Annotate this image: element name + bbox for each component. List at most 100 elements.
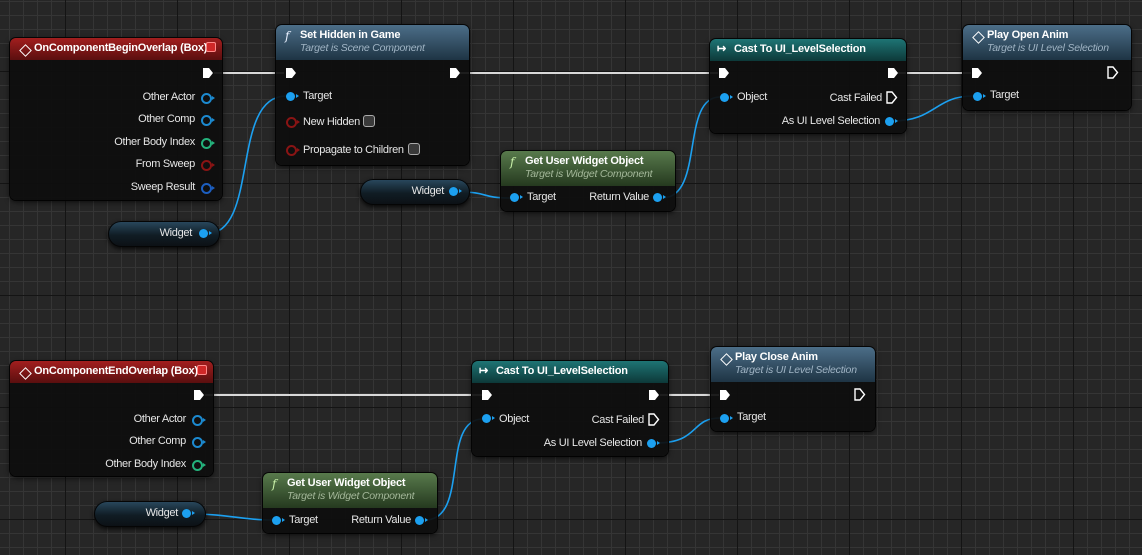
other-actor-pin-icon[interactable] <box>192 415 206 426</box>
return-value-pin-icon[interactable] <box>653 193 666 202</box>
variable-label: Widget <box>145 507 179 519</box>
pin-label: Other Actor <box>133 413 187 425</box>
play-close-anim-node[interactable]: Play Close Anim Target is UI Level Selec… <box>711 347 875 431</box>
pin-label: Object <box>499 413 529 425</box>
widget-variable-node[interactable]: Widget <box>108 221 220 247</box>
target-pin-icon[interactable] <box>510 193 523 202</box>
variable-label: Widget <box>411 185 445 197</box>
variable-label: Widget <box>159 227 193 239</box>
target-pin-icon[interactable] <box>973 92 986 101</box>
node-title: OnComponentEndOverlap (Box) <box>34 365 198 377</box>
object-pin-icon[interactable] <box>720 93 733 102</box>
target-pin-icon[interactable] <box>272 516 285 525</box>
node-header[interactable]: Play Open Anim Target is UI Level Select… <box>963 25 1131 60</box>
pin-label: Propagate to Children <box>303 144 404 156</box>
end-overlap-event-node[interactable]: OnComponentEndOverlap (Box) Other Actor … <box>10 361 213 476</box>
cast-failed-exec-pin-icon[interactable] <box>886 91 898 104</box>
node-subtitle: Target is UI Level Selection <box>987 42 1109 54</box>
set-hidden-in-game-node[interactable]: f Set Hidden in Game Target is Scene Com… <box>276 25 469 165</box>
exec-in-pin-icon[interactable] <box>285 67 297 79</box>
node-subtitle: Target is UI Level Selection <box>735 364 857 376</box>
play-open-anim-node[interactable]: Play Open Anim Target is UI Level Select… <box>963 25 1131 110</box>
node-title: Set Hidden in Game <box>300 29 401 41</box>
pin-label: Target <box>289 514 318 526</box>
object-pin-icon[interactable] <box>482 414 495 423</box>
exec-in-pin-icon[interactable] <box>719 389 731 401</box>
propagate-pin-icon[interactable] <box>286 145 300 156</box>
pin-label: Sweep Result <box>130 181 196 193</box>
node-header[interactable]: f Get User Widget Object Target is Widge… <box>263 473 437 508</box>
node-header[interactable]: f Get User Widget Object Target is Widge… <box>501 151 675 186</box>
as-level-selection-pin-icon[interactable] <box>647 439 660 448</box>
pin-label: Cast Failed <box>829 92 883 104</box>
propagate-checkbox[interactable] <box>408 143 420 155</box>
pin-label: Return Value <box>351 514 411 526</box>
pin-label: Cast Failed <box>591 414 645 426</box>
pin-label: Other Body Index <box>114 136 195 148</box>
begin-overlap-event-node[interactable]: OnComponentBeginOverlap (Box) Other Acto… <box>10 38 222 200</box>
function-icon: f <box>285 29 290 43</box>
exec-out-pin-icon[interactable] <box>1107 66 1119 79</box>
cast-to-level-selection-node[interactable]: ↦ Cast To UI_LevelSelection Object Cast … <box>710 39 906 133</box>
as-level-selection-pin-icon[interactable] <box>885 117 898 126</box>
exec-in-pin-icon[interactable] <box>971 67 983 79</box>
exec-out-pin-icon[interactable] <box>887 67 899 79</box>
widget-pin-icon[interactable] <box>182 509 195 518</box>
get-user-widget-object-node[interactable]: f Get User Widget Object Target is Widge… <box>501 151 675 211</box>
event-icon <box>19 44 32 57</box>
node-subtitle: Target is Scene Component <box>300 42 425 54</box>
widget-variable-node[interactable]: Widget <box>360 179 470 205</box>
cast-icon: ↦ <box>479 365 489 377</box>
node-header[interactable]: Play Close Anim Target is UI Level Selec… <box>711 347 875 382</box>
other-actor-pin-icon[interactable] <box>201 93 215 104</box>
cast-to-level-selection-node[interactable]: ↦ Cast To UI_LevelSelection Object Cast … <box>472 361 668 456</box>
widget-variable-node[interactable]: Widget <box>94 501 206 527</box>
pin-label: New Hidden <box>303 116 360 128</box>
exec-out-pin-icon[interactable] <box>202 67 214 79</box>
other-comp-pin-icon[interactable] <box>201 115 215 126</box>
function-icon: f <box>510 155 515 169</box>
node-title: Get User Widget Object <box>525 155 644 167</box>
widget-pin-icon[interactable] <box>449 187 462 196</box>
other-comp-pin-icon[interactable] <box>192 437 206 448</box>
node-header[interactable]: OnComponentBeginOverlap (Box) <box>10 38 222 60</box>
node-header[interactable]: ↦ Cast To UI_LevelSelection <box>710 39 906 61</box>
node-header[interactable]: ↦ Cast To UI_LevelSelection <box>472 361 668 383</box>
cast-icon: ↦ <box>717 43 727 55</box>
pin-label: Target <box>990 89 1019 101</box>
target-pin-icon[interactable] <box>720 414 733 423</box>
node-header[interactable]: f Set Hidden in Game Target is Scene Com… <box>276 25 469 60</box>
exec-out-pin-icon[interactable] <box>193 389 205 401</box>
widget-pin-icon[interactable] <box>199 229 212 238</box>
node-title: Cast To UI_LevelSelection <box>734 43 866 55</box>
other-body-index-pin-icon[interactable] <box>192 460 206 471</box>
return-value-pin-icon[interactable] <box>415 516 428 525</box>
exec-in-pin-icon[interactable] <box>481 389 493 401</box>
node-subtitle: Target is Widget Component <box>287 490 415 502</box>
new-hidden-checkbox[interactable] <box>363 115 375 127</box>
pin-label: Return Value <box>589 191 649 203</box>
delegate-pin-icon[interactable] <box>197 365 207 375</box>
pin-label: From Sweep <box>135 158 196 170</box>
from-sweep-pin-icon[interactable] <box>201 160 215 171</box>
function-event-icon <box>972 31 985 44</box>
exec-in-pin-icon[interactable] <box>718 67 730 79</box>
node-header[interactable]: OnComponentEndOverlap (Box) <box>10 361 213 383</box>
get-user-widget-object-node[interactable]: f Get User Widget Object Target is Widge… <box>263 473 437 533</box>
node-title: Play Close Anim <box>735 351 818 363</box>
other-body-index-pin-icon[interactable] <box>201 138 215 149</box>
node-title: Play Open Anim <box>987 29 1069 41</box>
cast-failed-exec-pin-icon[interactable] <box>648 413 660 426</box>
function-event-icon <box>720 353 733 366</box>
node-subtitle: Target is Widget Component <box>525 168 653 180</box>
pin-label: Object <box>737 91 767 103</box>
sweep-result-pin-icon[interactable] <box>201 183 215 194</box>
exec-out-pin-icon[interactable] <box>449 67 461 79</box>
pin-label: Other Body Index <box>105 458 186 470</box>
exec-out-pin-icon[interactable] <box>648 389 660 401</box>
new-hidden-pin-icon[interactable] <box>286 117 300 128</box>
target-pin-icon[interactable] <box>286 92 299 101</box>
delegate-pin-icon[interactable] <box>206 42 216 52</box>
exec-out-pin-icon[interactable] <box>854 388 866 401</box>
function-icon: f <box>272 477 277 491</box>
